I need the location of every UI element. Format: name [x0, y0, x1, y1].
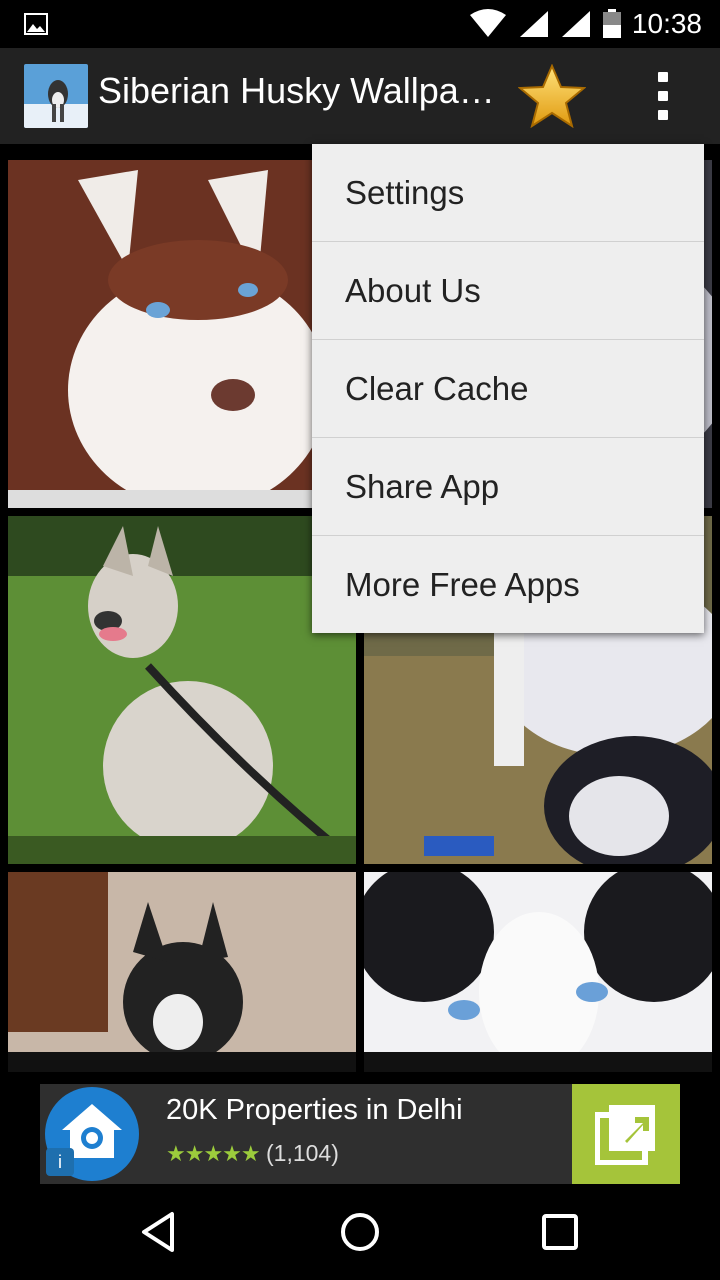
battery-icon: [602, 9, 621, 38]
page-title: Siberian Husky Wallpa…: [98, 70, 495, 111]
overflow-menu-button[interactable]: [648, 72, 678, 120]
back-icon[interactable]: [136, 1208, 184, 1256]
image-icon: [24, 13, 48, 35]
ad-title: 20K Properties in Delhi: [166, 1094, 463, 1126]
status-time: 10:38: [631, 8, 702, 39]
ad-banner[interactable]: i 20K Properties in Delhi ★★★★★ (1,104): [40, 1084, 680, 1184]
home-icon[interactable]: [336, 1208, 384, 1256]
wallpaper-thumbnail[interactable]: [8, 160, 356, 508]
wifi-icon: [469, 9, 506, 37]
menu-item-clear-cache[interactable]: Clear Cache: [312, 340, 704, 438]
favorite-button[interactable]: [517, 63, 587, 129]
ad-info-icon[interactable]: i: [46, 1148, 74, 1176]
menu-item-settings[interactable]: Settings: [312, 144, 704, 242]
signal-icon: [519, 11, 548, 37]
overflow-menu: Settings About Us Clear Cache Share App …: [312, 144, 704, 633]
signal-icon: [561, 11, 590, 37]
menu-item-about-us[interactable]: About Us: [312, 242, 704, 340]
wallpaper-thumbnail[interactable]: [364, 872, 712, 1072]
ad-rating-stars: ★★★★★: [166, 1142, 261, 1167]
open-external-icon: [595, 1105, 655, 1165]
wallpaper-thumbnail[interactable]: [8, 516, 356, 864]
star-icon: [517, 63, 587, 129]
ad-open-button[interactable]: [572, 1084, 680, 1184]
overflow-menu-icon: [658, 72, 668, 82]
menu-item-more-free-apps[interactable]: More Free Apps: [312, 536, 704, 633]
wallpaper-thumbnail[interactable]: [8, 872, 356, 1072]
app-icon[interactable]: [24, 64, 88, 128]
status-bar: 10:38: [0, 0, 720, 48]
menu-item-share-app[interactable]: Share App: [312, 438, 704, 536]
action-bar: Siberian Husky Wallpa…: [0, 48, 720, 144]
navigation-bar: [0, 1184, 720, 1280]
recents-icon[interactable]: [536, 1208, 584, 1256]
ad-rating-count: (1,104): [266, 1140, 339, 1166]
